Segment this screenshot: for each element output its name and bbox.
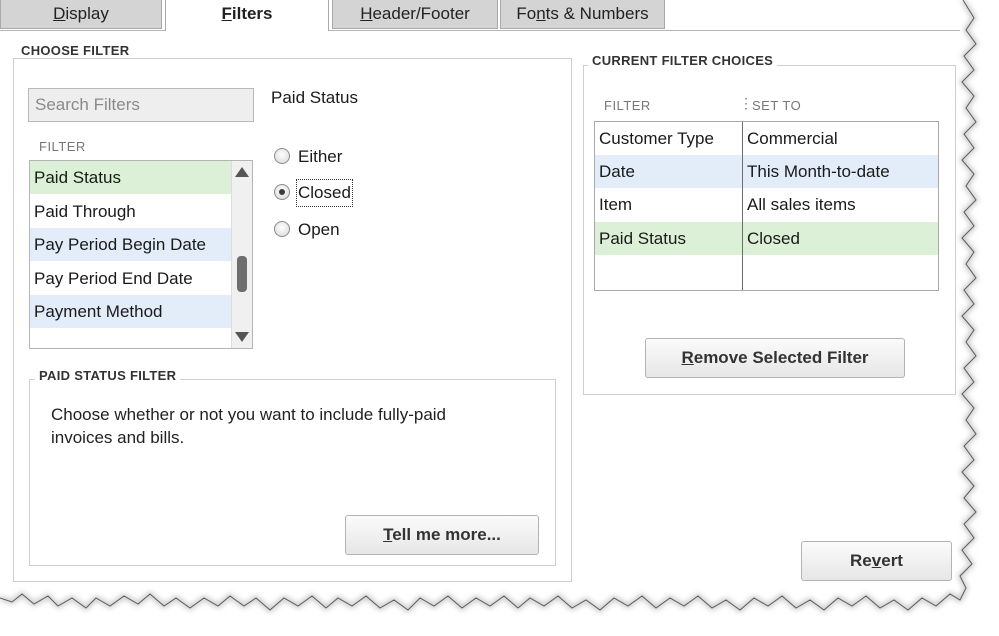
- tab-display-mnemonic: D: [53, 4, 66, 23]
- filter-item-paid-through[interactable]: Paid Through: [30, 195, 232, 228]
- tell-me-more-label: ell me more...: [392, 525, 501, 544]
- table-column-divider: [742, 122, 743, 290]
- revert-label: ert: [881, 551, 903, 570]
- radio-open-button[interactable]: [274, 221, 290, 237]
- cf-filter-cell: Customer Type: [599, 129, 714, 148]
- table-row[interactable]: Paid Status Closed: [595, 222, 938, 255]
- cf-filter-cell: Paid Status: [599, 229, 686, 248]
- tab-header-footer[interactable]: Header/Footer: [332, 0, 498, 29]
- tell-me-more-mnemonic: T: [383, 525, 393, 544]
- remove-selected-filter-button[interactable]: Remove Selected Filter: [645, 338, 905, 378]
- scroll-thumb[interactable]: [237, 256, 247, 292]
- cf-setto-cell: All sales items: [747, 195, 856, 214]
- current-filter-col-set-to: SET TO: [752, 98, 802, 113]
- radio-closed-button[interactable]: [274, 184, 290, 200]
- report-modify-dialog: Display Filters Header/Footer Fonts & Nu…: [0, 0, 999, 636]
- tab-fonts-numbers[interactable]: Fonts & Numbers: [500, 0, 665, 29]
- paid-status-filter-title: PAID STATUS FILTER: [35, 368, 181, 383]
- radio-either-label: Either: [298, 147, 343, 166]
- filter-item-paid-status[interactable]: Paid Status: [30, 161, 232, 194]
- tab-strip-divider-right: [329, 30, 960, 31]
- table-row[interactable]: Customer Type Commercial: [595, 122, 938, 155]
- revert-button[interactable]: Revert: [801, 541, 952, 581]
- scroll-up-arrow-icon[interactable]: [235, 167, 249, 177]
- tab-header-footer-mnemonic: H: [360, 4, 373, 23]
- filter-item-pay-period-begin-date[interactable]: Pay Period Begin Date: [30, 228, 232, 261]
- selected-filter-heading: Paid Status: [271, 88, 358, 107]
- tab-filters[interactable]: Filters: [165, 0, 329, 31]
- cf-filter-cell: Date: [599, 162, 635, 181]
- tab-fonts-numbers-mnemonic: n: [536, 4, 546, 23]
- tab-display[interactable]: Display: [0, 0, 162, 29]
- tab-filters-label: ilters: [231, 4, 273, 23]
- filter-list[interactable]: Paid Status Paid Through Pay Period Begi…: [29, 160, 253, 349]
- remove-filter-mnemonic: R: [681, 348, 694, 367]
- radio-open-label: Open: [298, 220, 340, 239]
- tab-strip-divider: [0, 30, 165, 31]
- filter-item-payment-method[interactable]: Payment Method: [30, 295, 232, 328]
- paid-status-description-line1: Choose whether or not you want to includ…: [51, 405, 447, 424]
- tab-fonts-numbers-label: ts & Numbers: [545, 4, 649, 23]
- choose-filter-title: CHOOSE FILTER: [17, 43, 134, 58]
- tab-fonts-numbers-pre: Fo: [516, 4, 537, 23]
- remove-filter-label: emove Selected Filter: [693, 348, 869, 367]
- filter-column-label: FILTER: [39, 139, 86, 154]
- tab-header-footer-label: eader/Footer: [372, 4, 470, 23]
- tab-filters-mnemonic: F: [221, 4, 232, 23]
- revert-pre: Re: [850, 551, 872, 570]
- scroll-down-arrow-icon[interactable]: [235, 332, 249, 342]
- cf-setto-cell: This Month-to-date: [747, 162, 890, 181]
- tell-me-more-button[interactable]: Tell me more...: [345, 515, 539, 555]
- revert-mnemonic: v: [871, 551, 882, 570]
- radio-closed-label: Closed: [296, 179, 353, 207]
- paid-status-description-line2: invoices and bills.: [51, 428, 185, 447]
- current-filter-col-filter: FILTER: [604, 98, 651, 113]
- tab-display-label: isplay: [65, 4, 109, 23]
- cf-filter-cell: Item: [599, 195, 633, 214]
- cf-setto-cell: Closed: [747, 229, 800, 248]
- table-row[interactable]: Date This Month-to-date: [595, 155, 938, 188]
- table-row[interactable]: Item All sales items: [595, 188, 938, 221]
- radio-either-button[interactable]: [274, 148, 290, 164]
- cf-setto-cell: Commercial: [747, 129, 838, 148]
- filter-item-pay-period-end-date[interactable]: Pay Period End Date: [30, 262, 232, 295]
- filter-list-scrollbar[interactable]: [231, 161, 252, 348]
- current-filters-table[interactable]: Customer Type Commercial Date This Month…: [594, 121, 939, 291]
- tab-strip: Display Filters Header/Footer Fonts & Nu…: [0, 0, 999, 31]
- column-resize-grip-icon[interactable]: ⋮: [739, 96, 753, 110]
- current-filter-choices-title: CURRENT FILTER CHOICES: [588, 53, 778, 68]
- search-filters-input[interactable]: Search Filters: [28, 88, 254, 122]
